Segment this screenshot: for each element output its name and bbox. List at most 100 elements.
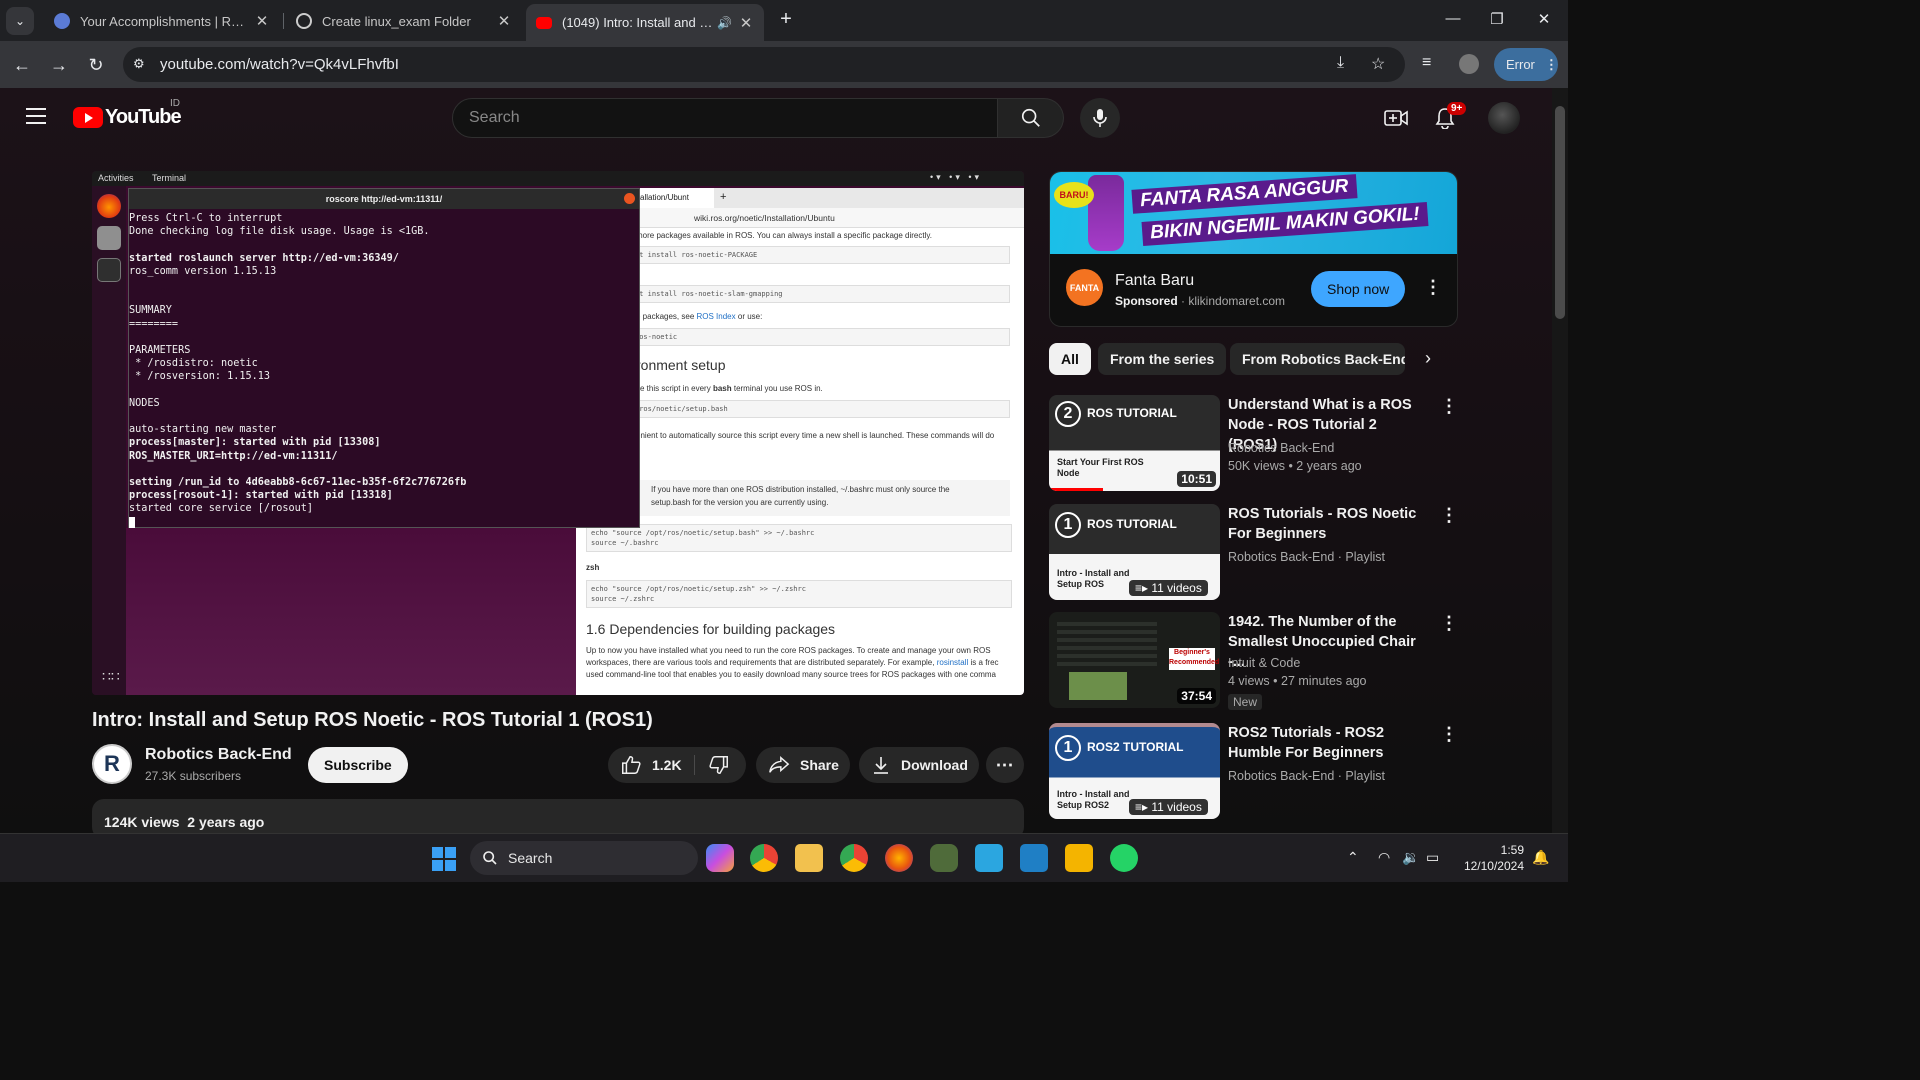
chip-from-channel[interactable]: From Robotics Back-End: [1230, 343, 1405, 375]
firefox-icon[interactable]: [885, 844, 913, 872]
tab-create-folder[interactable]: Create linux_exam Folder ✕: [286, 4, 522, 38]
rec-channel[interactable]: Robotics Back-End · Playlist: [1228, 769, 1385, 783]
reload-icon[interactable]: ↻: [84, 53, 108, 77]
close-tab-icon[interactable]: ✕: [738, 14, 754, 32]
dislike-button[interactable]: [708, 754, 740, 779]
ad-title[interactable]: Fanta Baru: [1115, 272, 1194, 290]
share-button[interactable]: Share: [756, 747, 850, 783]
chrome-menu-icon[interactable]: ⋮: [1545, 57, 1558, 73]
recommendation-item[interactable]: 2 ROS TUTORIAL Start Your First ROS Node…: [1049, 395, 1458, 495]
vscode-icon[interactable]: [1020, 844, 1048, 872]
back-icon[interactable]: ←: [10, 53, 34, 77]
tab-youtube-active[interactable]: (1049) Intro: Install and Setu 🔊 ✕: [526, 4, 764, 41]
minimize-icon[interactable]: —: [1430, 10, 1476, 27]
firefox-url-bar: wiki.ros.org/noetic/Installation/Ubuntu: [576, 208, 1024, 228]
rec-title[interactable]: ROS Tutorials - ROS Noetic For Beginners: [1228, 504, 1428, 544]
rec-channel[interactable]: Robotics Back-End · Playlist: [1228, 550, 1385, 564]
wifi-icon[interactable]: ◠: [1378, 849, 1390, 866]
scrollbar-thumb[interactable]: [1555, 106, 1565, 319]
xampp-icon[interactable]: [1065, 844, 1093, 872]
taskbar-search[interactable]: Search: [470, 841, 698, 875]
recommendation-item[interactable]: 1 ROS2 TUTORIAL Intro - Install and Setu…: [1049, 723, 1458, 823]
restore-icon[interactable]: ❐: [1474, 10, 1520, 28]
playlist-thumbnail[interactable]: 1 ROS TUTORIAL Intro - Install and Setup…: [1049, 504, 1220, 600]
volume-icon[interactable]: 🔉: [1402, 849, 1419, 866]
shop-now-button[interactable]: Shop now: [1311, 271, 1406, 307]
media-control-icon[interactable]: ≡: [1422, 54, 1431, 72]
close-tab-icon[interactable]: ✕: [254, 12, 270, 30]
file-explorer-icon[interactable]: [795, 844, 823, 872]
taskbar-search-label: Search: [508, 850, 553, 866]
playlist-thumbnail[interactable]: 1 ROS2 TUTORIAL Intro - Install and Setu…: [1049, 723, 1220, 819]
description-box[interactable]: 124K views 2 years ago: [92, 799, 1024, 833]
video-thumbnail[interactable]: Beginner's Recommended 37:54: [1049, 612, 1220, 708]
ad-banner-image[interactable]: BARU! FANTA RASA ANGGUR BIKIN NGEMIL MAK…: [1050, 172, 1457, 254]
rec-channel[interactable]: Intuit & Code: [1228, 656, 1300, 670]
video-thumbnail[interactable]: 2 ROS TUTORIAL Start Your First ROS Node…: [1049, 395, 1220, 491]
channel-name[interactable]: Robotics Back-End: [145, 746, 292, 764]
terminal-window: roscore http://ed-vm:11311/ Press Ctrl-C…: [128, 188, 640, 528]
hamburger-menu-icon[interactable]: [26, 108, 46, 129]
create-video-icon[interactable]: [1384, 106, 1408, 130]
video-player[interactable]: Activities Terminal •▾ •▾ •▾ allation/Ub…: [92, 171, 1024, 695]
terminal-cursor: [129, 516, 135, 528]
chevron-right-icon[interactable]: ›: [1425, 348, 1431, 369]
files-icon[interactable]: [97, 226, 121, 250]
like-button[interactable]: 1.2K: [620, 754, 682, 776]
whatsapp-icon[interactable]: [1110, 844, 1138, 872]
page-scrollbar[interactable]: [1552, 88, 1568, 833]
recommendation-item[interactable]: Beginner's Recommended 37:54 1942. The N…: [1049, 612, 1458, 712]
ad-card[interactable]: BARU! FANTA RASA ANGGUR BIKIN NGEMIL MAK…: [1049, 171, 1458, 327]
site-info-icon[interactable]: ⚙: [133, 56, 145, 72]
install-app-icon[interactable]: ⤓: [1337, 54, 1344, 72]
forward-icon[interactable]: →: [47, 53, 71, 77]
url-text[interactable]: youtube.com/watch?v=Qk4vLFhvfbI: [160, 56, 399, 73]
account-avatar[interactable]: [1488, 102, 1520, 134]
chip-from-series[interactable]: From the series: [1098, 343, 1227, 375]
wiki-url: wiki.ros.org/noetic/Installation/Ubuntu: [694, 213, 835, 223]
tab-search-button[interactable]: ⌄: [6, 7, 34, 35]
chip-all[interactable]: All: [1049, 343, 1091, 375]
rec-menu-icon[interactable]: ⋮: [1440, 725, 1458, 743]
subscribe-button[interactable]: Subscribe: [308, 747, 408, 783]
thumbs-down-icon: [709, 756, 728, 774]
tab-accomplishments[interactable]: Your Accomplishments | Robotic ✕: [44, 4, 280, 38]
profile-avatar[interactable]: [1459, 54, 1479, 74]
download-button[interactable]: Download: [859, 747, 979, 783]
more-actions-button[interactable]: ⋯: [986, 747, 1024, 783]
copilot-icon[interactable]: [706, 844, 734, 872]
recommendation-item[interactable]: 1 ROS TUTORIAL Intro - Install and Setup…: [1049, 504, 1458, 604]
close-tab-icon[interactable]: ✕: [496, 12, 512, 30]
clock-date: 12/10/2024: [1463, 859, 1524, 873]
battery-icon[interactable]: ▭: [1426, 849, 1439, 866]
search-button[interactable]: [998, 98, 1064, 138]
youtube-logo[interactable]: YouTube ID: [73, 98, 182, 129]
show-hidden-icons-chevron-icon[interactable]: ⌃: [1347, 849, 1359, 866]
address-bar[interactable]: ⚙ youtube.com/watch?v=Qk4vLFhvfbI ⤓ ☆: [123, 47, 1405, 82]
new-tab-button[interactable]: +: [775, 9, 797, 31]
duolingo-like-icon[interactable]: [930, 844, 958, 872]
chrome-profile-icon[interactable]: [840, 844, 868, 872]
bookmark-star-icon[interactable]: ☆: [1371, 54, 1385, 74]
notification-bell-icon[interactable]: 🔔: [1532, 849, 1549, 866]
rec-menu-icon[interactable]: ⋮: [1440, 397, 1458, 415]
voice-search-button[interactable]: [1080, 98, 1120, 138]
firefox-icon[interactable]: [97, 194, 121, 218]
desktop-background: [126, 528, 576, 695]
rec-menu-icon[interactable]: ⋮: [1440, 506, 1458, 524]
system-clock[interactable]: 1:59 12/10/2024: [1460, 842, 1524, 874]
chrome-icon[interactable]: [750, 844, 778, 872]
speaker-icon[interactable]: 🔊: [717, 16, 732, 30]
close-window-icon[interactable]: ✕: [1521, 10, 1567, 28]
ad-menu-icon[interactable]: ⋮: [1424, 278, 1442, 296]
rec-menu-icon[interactable]: ⋮: [1440, 614, 1458, 632]
search-input[interactable]: [453, 99, 997, 137]
gnome-status-icons: •▾ •▾ •▾: [930, 172, 983, 182]
terminal-icon[interactable]: [97, 258, 121, 282]
notepad-icon[interactable]: [975, 844, 1003, 872]
error-button[interactable]: Error ⋮: [1494, 48, 1558, 81]
channel-avatar[interactable]: R: [92, 744, 132, 784]
rec-title[interactable]: ROS2 Tutorials - ROS2 Humble For Beginne…: [1228, 723, 1428, 763]
rec-channel[interactable]: Robotics Back-End: [1228, 441, 1334, 455]
windows-start-icon[interactable]: [432, 847, 456, 871]
